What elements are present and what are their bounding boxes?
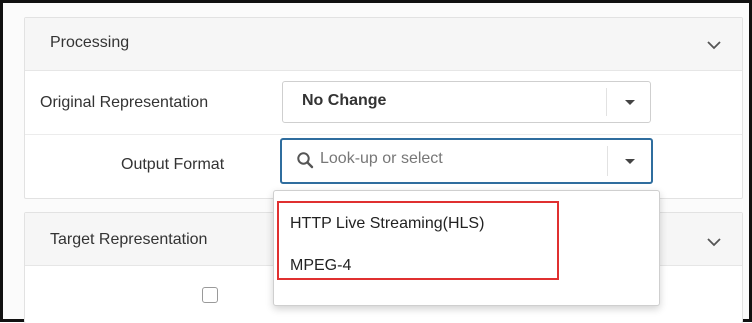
output-format-label: Output Format (121, 156, 225, 173)
original-representation-select[interactable]: No Change (282, 81, 651, 123)
select-divider (607, 146, 608, 176)
original-representation-value: No Change (302, 92, 387, 109)
processing-title: Processing (50, 34, 130, 51)
checkbox[interactable] (202, 287, 218, 303)
chevron-down-icon[interactable] (703, 34, 725, 56)
caret-down-icon[interactable] (625, 159, 635, 164)
output-format-input[interactable]: Look-up or select (280, 138, 653, 184)
select-divider (606, 88, 607, 116)
original-representation-label: Original Representation (40, 94, 209, 111)
annotation-highlight-box (277, 201, 559, 280)
chevron-down-icon[interactable] (703, 231, 725, 253)
output-format-placeholder: Look-up or select (320, 150, 443, 167)
caret-down-icon[interactable] (625, 100, 635, 105)
search-icon (297, 152, 314, 169)
processing-panel-header[interactable]: Processing (25, 18, 742, 71)
processing-panel: Processing Original Representation No Ch… (24, 17, 743, 199)
row-separator (25, 134, 742, 135)
target-title: Target Representation (50, 231, 208, 248)
